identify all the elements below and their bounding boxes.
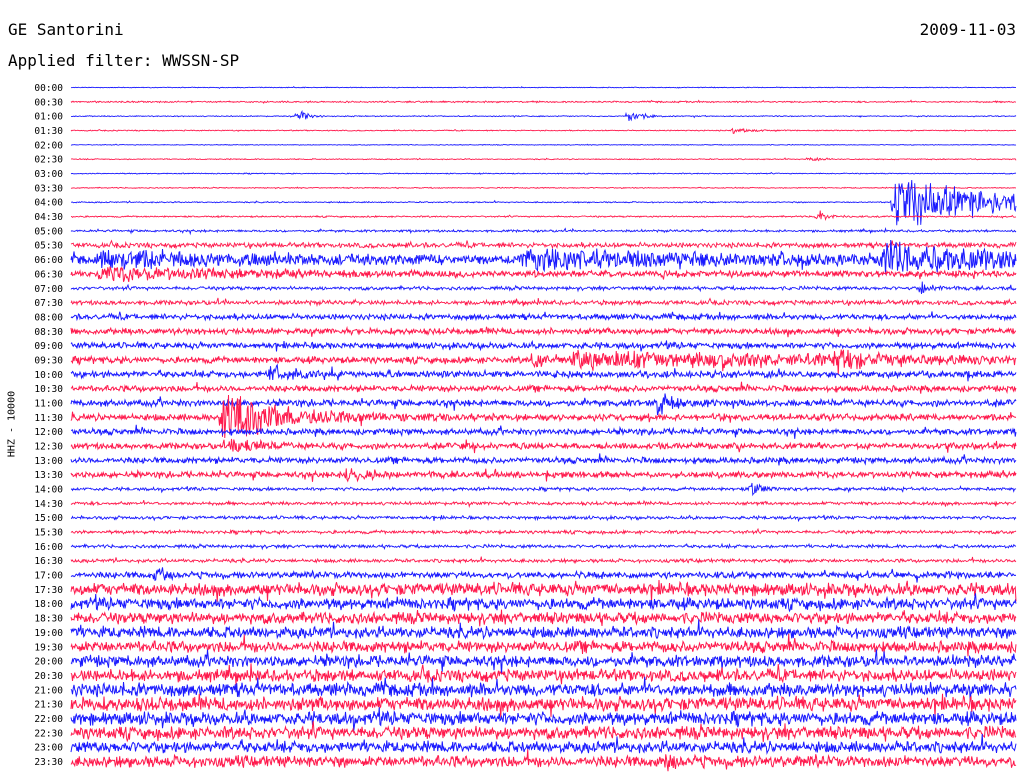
trace-line — [70, 424, 1017, 439]
trace-line — [70, 593, 1017, 613]
row-time-label: 04:30 — [34, 212, 63, 223]
trace-line — [70, 609, 1017, 627]
row-time-label: 15:00 — [34, 513, 63, 524]
row-time-label: 17:30 — [34, 585, 63, 596]
row-time-label: 09:00 — [34, 341, 63, 352]
trace-line — [70, 676, 1017, 702]
trace-line — [70, 663, 1017, 686]
trace-line — [70, 86, 1017, 89]
trace-line — [70, 749, 1017, 772]
trace-line — [70, 733, 1017, 756]
row-time-label: 06:30 — [34, 269, 63, 280]
row-time-label: 03:30 — [34, 183, 63, 194]
row-time-label: 12:30 — [34, 442, 63, 453]
row-time-label: 11:00 — [34, 398, 63, 409]
row-time-label: 21:00 — [34, 685, 63, 696]
row-time-label: 00:00 — [34, 83, 63, 94]
row-time-label: 17:00 — [34, 571, 63, 582]
row-time-label: 16:00 — [34, 542, 63, 553]
row-time-label: 03:00 — [34, 169, 63, 180]
trace-line — [70, 180, 1017, 226]
trace-line — [70, 514, 1017, 523]
row-time-label: 08:00 — [34, 312, 63, 323]
trace-line — [70, 499, 1017, 509]
row-time-label: 22:00 — [34, 714, 63, 725]
row-time-label: 16:30 — [34, 556, 63, 567]
row-time-label: 18:30 — [34, 614, 63, 625]
row-time-label: 09:30 — [34, 355, 63, 366]
trace-line — [70, 311, 1017, 322]
trace-line — [70, 579, 1017, 602]
trace-line — [70, 210, 1017, 221]
row-time-label: 02:00 — [34, 140, 63, 151]
row-time-label: 14:30 — [34, 499, 63, 510]
row-time-label: 06:00 — [34, 255, 63, 266]
trace-line — [70, 468, 1017, 483]
trace-line — [70, 707, 1017, 731]
trace-line — [70, 325, 1017, 338]
trace-line — [70, 239, 1017, 250]
trace-line — [70, 186, 1017, 190]
row-time-label: 10:00 — [34, 370, 63, 381]
row-time-label: 12:00 — [34, 427, 63, 438]
row-time-label: 23:30 — [34, 757, 63, 768]
row-time-label: 21:30 — [34, 700, 63, 711]
row-time-label: 05:00 — [34, 226, 63, 237]
trace-line — [70, 297, 1017, 308]
trace-line — [70, 542, 1017, 551]
trace-line — [70, 339, 1017, 352]
row-time-label: 14:00 — [34, 485, 63, 496]
seismogram-plot: 00:00 00:30 01:00 01:30 02:00 02:30 03:00 03:30… — [34, 83, 1017, 772]
trace-line — [70, 143, 1017, 146]
trace-line — [70, 127, 1016, 134]
row-time-label: 10:30 — [34, 384, 63, 395]
trace-line — [70, 453, 1017, 466]
trace-line — [70, 721, 1017, 743]
trace-line — [70, 556, 1017, 565]
trace-line — [70, 226, 1017, 236]
trace-line — [70, 438, 1017, 454]
row-time-label: 00:30 — [34, 97, 63, 108]
row-time-label: 13:00 — [34, 456, 63, 467]
row-time-label: 19:30 — [34, 642, 63, 653]
row-time-label: 22:30 — [34, 728, 63, 739]
row-time-label: 07:00 — [34, 284, 63, 295]
row-time-label: 11:30 — [34, 413, 63, 424]
trace-line — [70, 172, 1017, 175]
row-time-label: 19:00 — [34, 628, 63, 639]
row-time-label: 20:30 — [34, 671, 63, 682]
row-time-label: 08:30 — [34, 327, 63, 338]
trace-line — [70, 99, 1017, 105]
row-time-label: 04:00 — [34, 198, 63, 209]
trace-line — [70, 633, 1017, 657]
trace-line — [70, 393, 1017, 416]
row-time-label: 01:30 — [34, 126, 63, 137]
row-time-label: 07:30 — [34, 298, 63, 309]
trace-line — [70, 527, 1017, 536]
trace-line — [70, 381, 1017, 395]
row-time-label: 02:30 — [34, 155, 63, 166]
trace-line — [70, 567, 1017, 583]
row-time-label: 18:00 — [34, 599, 63, 610]
row-time-label: 05:30 — [34, 241, 63, 252]
trace-line — [70, 649, 1017, 675]
trace-line — [70, 281, 1017, 294]
row-time-label: 13:30 — [34, 470, 63, 481]
row-time-label: 20:00 — [34, 657, 63, 668]
row-time-label: 01:00 — [34, 112, 63, 123]
trace-line — [70, 156, 1017, 162]
trace-line — [70, 363, 1017, 382]
row-time-label: 15:30 — [34, 528, 63, 539]
trace-line — [70, 482, 1017, 497]
row-time-label: 23:00 — [34, 743, 63, 754]
trace-line — [70, 110, 1017, 122]
